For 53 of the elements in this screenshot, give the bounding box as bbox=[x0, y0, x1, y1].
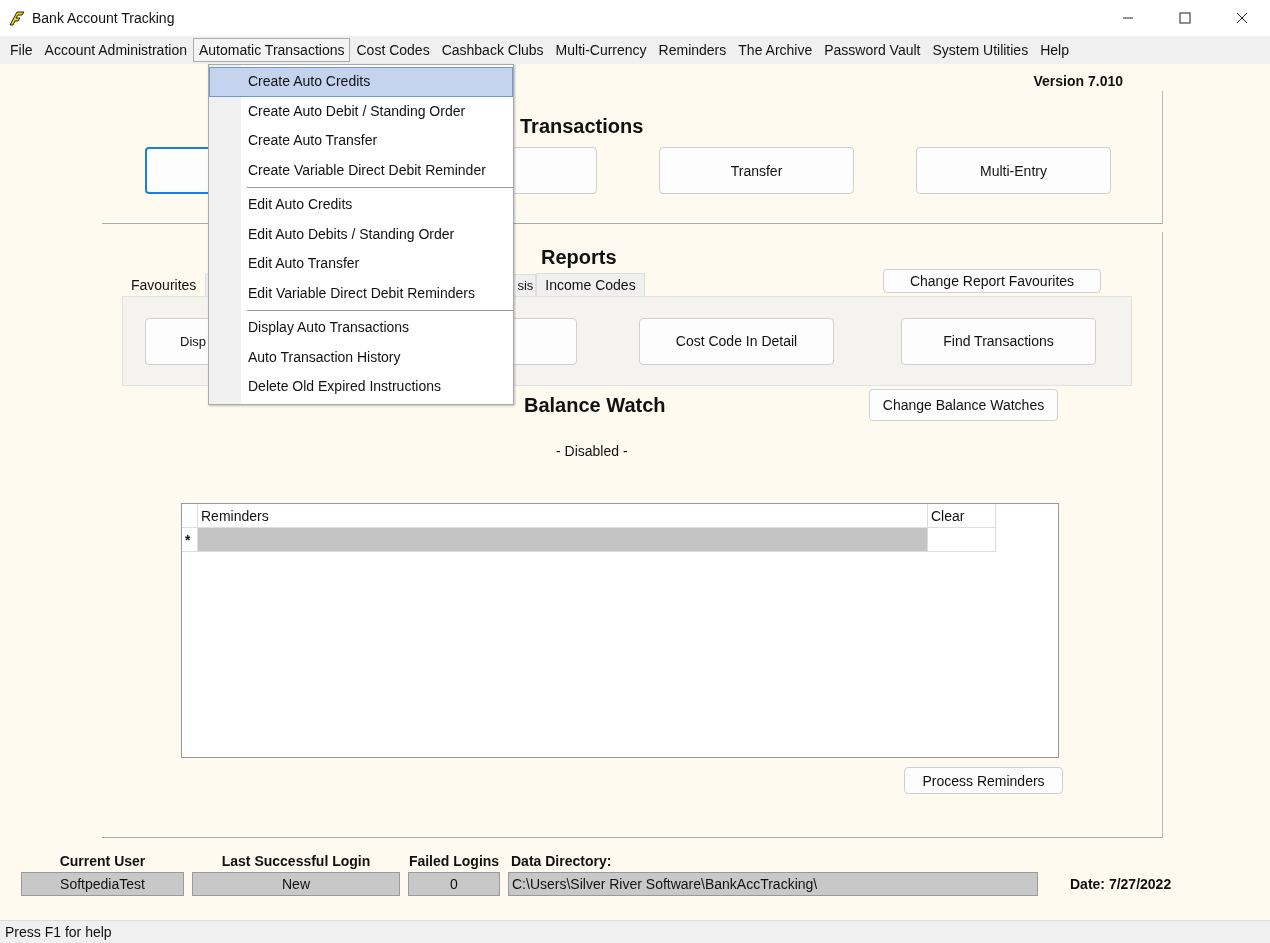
info-label: Current User bbox=[58, 853, 147, 871]
info-label: Failed Logins bbox=[408, 853, 500, 871]
change-balance-watches-button[interactable]: Change Balance Watches bbox=[869, 389, 1058, 421]
app-logo-icon bbox=[8, 9, 26, 27]
menu-item[interactable]: Account Administration bbox=[38, 38, 193, 62]
column-header: Clear bbox=[928, 504, 996, 528]
menu-item[interactable]: Create Auto Debit / Standing Order bbox=[209, 96, 513, 126]
info-value: SoftpediaTest bbox=[21, 872, 184, 896]
info-value: New bbox=[192, 872, 400, 896]
grid-cell[interactable] bbox=[928, 528, 996, 552]
info-label: Data Directory: bbox=[510, 853, 613, 871]
info-label: Last Successful Login bbox=[220, 853, 372, 871]
date-label: Date: 7/27/2022 bbox=[1070, 876, 1172, 894]
menu-item[interactable]: Edit Variable Direct Debit Reminders bbox=[209, 278, 513, 308]
menu-item[interactable]: Auto Transaction History bbox=[209, 342, 513, 372]
menu-item[interactable]: Create Variable Direct Debit Reminder bbox=[209, 155, 513, 185]
window-title: Bank Account Tracking bbox=[32, 10, 175, 26]
report-button[interactable]: Cost Code In Detail bbox=[639, 317, 834, 365]
menu-item[interactable]: Edit Auto Debits / Standing Order bbox=[209, 219, 513, 249]
menu-item[interactable]: Delete Old Expired Instructions bbox=[209, 372, 513, 402]
menu-item[interactable]: Edit Auto Credits bbox=[209, 190, 513, 220]
menu-item[interactable]: File bbox=[4, 38, 39, 62]
info-value: 0 bbox=[408, 872, 500, 896]
status-text: Press F1 for help bbox=[5, 924, 112, 940]
action-button[interactable]: Transfer bbox=[659, 147, 854, 194]
process-reminders-button[interactable]: Process Reminders bbox=[904, 767, 1063, 794]
section-heading: Balance Watch bbox=[524, 393, 666, 417]
menu-item[interactable]: System Utilities bbox=[926, 38, 1035, 62]
menu-item[interactable]: Edit Auto Transfer bbox=[209, 249, 513, 279]
menu-item[interactable]: Cashback Clubs bbox=[435, 38, 550, 62]
close-icon[interactable] bbox=[1236, 12, 1248, 24]
balance-watch-status: - Disabled - bbox=[556, 443, 628, 459]
menu-item[interactable]: Password Vault bbox=[818, 38, 927, 62]
menu-item[interactable]: Create Auto Transfer bbox=[209, 126, 513, 156]
menu-item[interactable]: Multi-Currency bbox=[549, 38, 653, 62]
menu-item[interactable]: Automatic Transactions bbox=[192, 38, 351, 62]
info-value: C:\Users\Silver River Software\BankAccTracking\ bbox=[508, 872, 1038, 896]
menu-item[interactable]: The Archive bbox=[732, 38, 819, 62]
menu-item[interactable]: Reminders bbox=[652, 38, 733, 62]
version-label: Version 7.010 bbox=[1033, 73, 1123, 89]
menu-item[interactable]: Create Auto Credits bbox=[209, 67, 513, 97]
report-button[interactable]: Find Transactions bbox=[901, 317, 1096, 365]
menu-item[interactable]: Cost Codes bbox=[350, 38, 436, 62]
change-report-favourites-button[interactable]: Change Report Favourites bbox=[883, 269, 1101, 293]
maximize-icon[interactable] bbox=[1179, 12, 1191, 24]
menu-item[interactable]: Display Auto Transactions bbox=[209, 313, 513, 343]
report-tab[interactable]: Income Codes bbox=[536, 273, 645, 296]
section-heading: Transactions bbox=[520, 115, 644, 137]
grid-cell[interactable] bbox=[198, 528, 928, 552]
menu-item[interactable]: Help bbox=[1034, 38, 1075, 62]
grid-cell bbox=[182, 504, 198, 528]
action-button[interactable]: Multi-Entry bbox=[916, 147, 1111, 194]
section-heading: Reports bbox=[541, 246, 617, 268]
